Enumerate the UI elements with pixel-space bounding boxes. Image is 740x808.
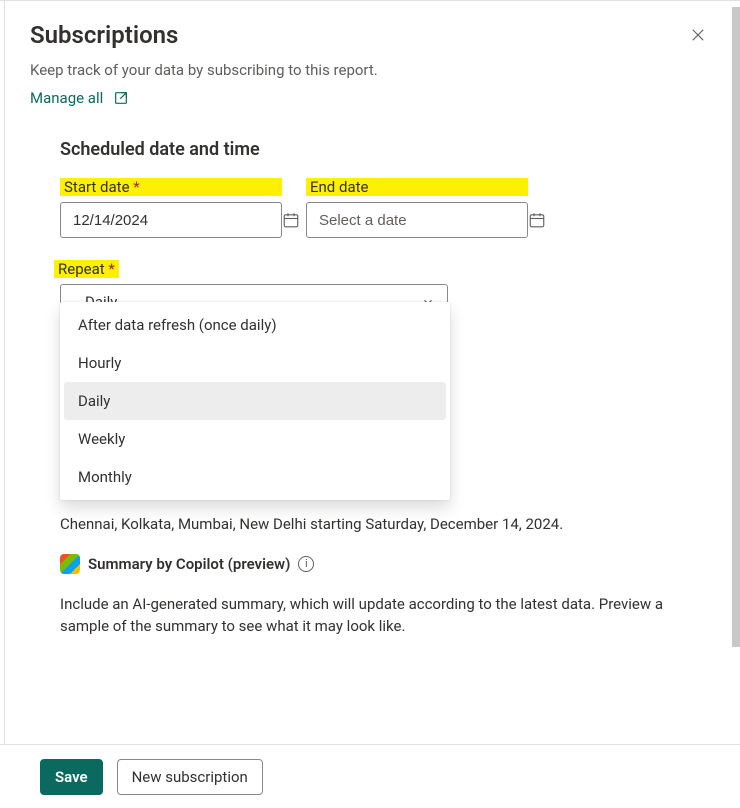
end-date-field: End date xyxy=(306,178,528,238)
repeat-field: Repeat Daily After data refresh (once da… xyxy=(0,238,740,320)
repeat-option-weekly[interactable]: Weekly xyxy=(64,420,446,458)
repeat-dropdown-list: After data refresh (once daily) Hourly D… xyxy=(60,302,450,500)
manage-all-label: Manage all xyxy=(30,89,103,107)
start-date-label: Start date xyxy=(60,178,282,196)
repeat-option-after-refresh[interactable]: After data refresh (once daily) xyxy=(64,306,446,344)
copilot-description: Include an AI-generated summary, which w… xyxy=(0,574,740,638)
start-date-text[interactable] xyxy=(71,211,274,230)
copilot-label: Summary by Copilot (preview) xyxy=(88,555,290,573)
start-date-input[interactable] xyxy=(60,202,282,238)
new-subscription-button[interactable]: New subscription xyxy=(117,759,263,795)
open-new-window-icon xyxy=(113,90,129,106)
section-title: Scheduled date and time xyxy=(0,107,740,160)
date-fields-row: Start date End date xyxy=(0,160,740,238)
calendar-icon xyxy=(282,211,300,229)
copilot-icon xyxy=(60,554,80,574)
repeat-label: Repeat xyxy=(54,260,119,278)
repeat-option-hourly[interactable]: Hourly xyxy=(64,344,446,382)
repeat-option-daily[interactable]: Daily xyxy=(64,382,446,420)
copilot-row: Summary by Copilot (preview) i xyxy=(0,536,740,574)
subtitle: Keep track of your data by subscribing t… xyxy=(0,49,740,79)
end-date-label: End date xyxy=(306,178,528,196)
save-button[interactable]: Save xyxy=(40,759,103,795)
info-icon[interactable]: i xyxy=(298,556,314,572)
subscriptions-panel: Subscriptions Keep track of your data by… xyxy=(0,0,740,808)
end-date-input[interactable] xyxy=(306,202,528,238)
scrollbar[interactable] xyxy=(732,7,740,647)
calendar-icon xyxy=(528,211,546,229)
panel-header: Subscriptions xyxy=(0,1,740,49)
repeat-option-monthly[interactable]: Monthly xyxy=(64,458,446,496)
close-icon xyxy=(689,26,707,44)
manage-all-link[interactable]: Manage all xyxy=(30,89,129,107)
end-date-text[interactable] xyxy=(317,211,520,230)
close-button[interactable] xyxy=(686,23,710,47)
footer-bar: Save New subscription xyxy=(0,744,740,808)
start-date-field: Start date xyxy=(60,178,282,238)
page-title: Subscriptions xyxy=(30,21,178,49)
left-edge xyxy=(0,1,5,744)
